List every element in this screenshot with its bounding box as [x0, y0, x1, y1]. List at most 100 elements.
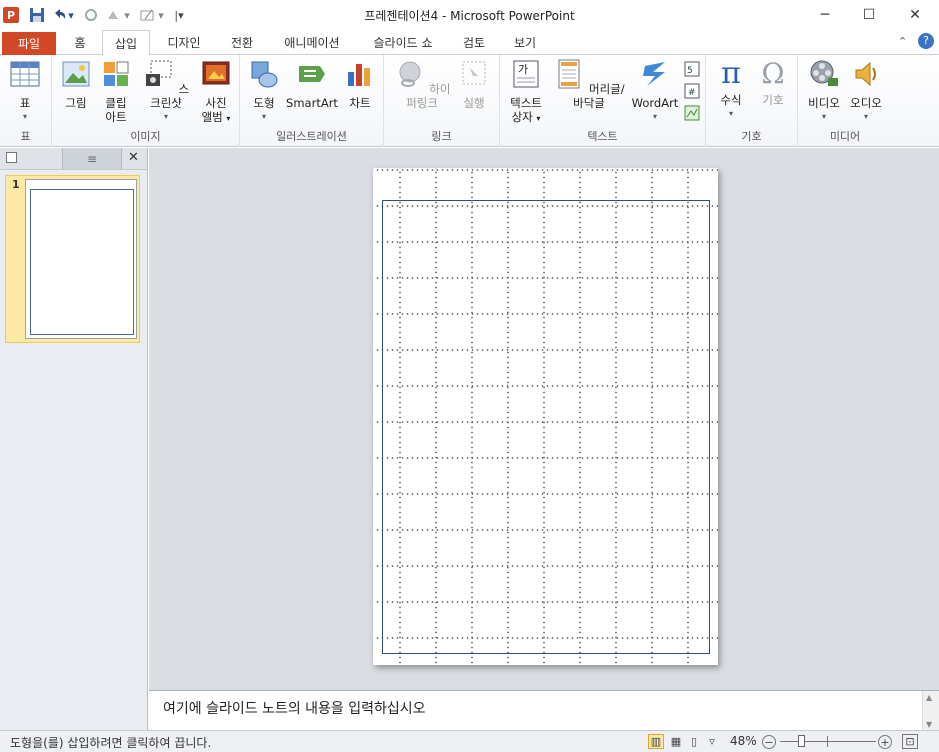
textbox-button[interactable]: 가 텍스트 상자 ▾ [504, 58, 548, 126]
header-footer-button[interactable]: 머리글/바닥글 [550, 58, 628, 110]
slides-pane: ≡ ✕ 1 [0, 148, 148, 730]
tab-design[interactable]: 디자인 [158, 30, 210, 55]
chart-icon [348, 64, 370, 86]
group-links: 하이퍼링크 실행 링크 [384, 55, 500, 147]
slide-number-icon[interactable]: # [684, 83, 700, 99]
slides-tab-icon[interactable] [6, 152, 17, 163]
picture-icon [62, 61, 90, 87]
action-icon [462, 61, 486, 85]
symbol-button[interactable]: Ω 기호 [754, 57, 792, 108]
object-icon[interactable] [684, 105, 700, 121]
chart-button[interactable]: 차트 [342, 58, 378, 110]
tab-transitions[interactable]: 전환 [218, 30, 266, 55]
shapes-button[interactable]: 도형 ▾ [246, 58, 282, 124]
scroll-up-icon[interactable]: ▲ [926, 693, 932, 702]
zoom-out-icon[interactable]: − [762, 735, 776, 749]
normal-view-icon[interactable]: ▥ [648, 734, 664, 749]
tab-file[interactable]: 파일 [2, 32, 56, 55]
photo-album-button[interactable]: 사진 앨범 ▾ [196, 58, 236, 126]
chevron-down-icon: ▾ [163, 112, 168, 121]
clipart-button[interactable]: 클립 아트 [98, 58, 134, 124]
action-button[interactable]: 실행 [456, 58, 492, 110]
chevron-down-icon: ▾ [728, 109, 733, 118]
reading-view-icon[interactable]: ▯ [686, 734, 702, 749]
ribbon: 표 ▾ 표 그림 클립 아트 스크린샷 ▾ 사진 앨범 ▾ 이미지 도형 ▾ S… [0, 55, 939, 147]
table-icon [10, 61, 40, 87]
group-label-symbols: 기호 [741, 130, 762, 143]
close-button[interactable]: ✕ [892, 0, 938, 30]
group-label-illustrations: 일러스트레이션 [276, 130, 347, 143]
date-time-icon[interactable]: 5 [684, 61, 700, 77]
pi-icon: π [721, 56, 741, 91]
tab-insert[interactable]: 삽입 [102, 30, 150, 56]
zoom-in-icon[interactable]: + [878, 735, 892, 749]
tab-slideshow[interactable]: 슬라이드 쇼 [360, 30, 446, 55]
zoom-slider-thumb[interactable] [798, 735, 805, 747]
screenshot-button[interactable]: 스크린샷 ▾ [138, 58, 194, 124]
group-illustrations: 도형 ▾ SmartArt 차트 일러스트레이션 [240, 55, 384, 147]
collapse-ribbon-icon[interactable]: ⌃ [898, 35, 907, 48]
slide-canvas[interactable] [373, 168, 718, 665]
notes-placeholder[interactable]: 여기에 슬라이드 노트의 내용을 입력하십시오 [163, 698, 426, 718]
title-bar: P ▾ ▾ ▾ |▾ 프레젠테이션4 - Microsoft PowerPoin… [0, 0, 939, 30]
zoom-slider-track[interactable] [780, 741, 876, 742]
group-images: 그림 클립 아트 스크린샷 ▾ 사진 앨범 ▾ 이미지 [52, 55, 240, 147]
maximize-button[interactable]: ☐ [846, 0, 892, 30]
slide-thumbnail-item[interactable]: 1 [5, 175, 140, 343]
shapes-icon [251, 61, 278, 88]
fit-to-window-icon[interactable]: ⊡ [902, 734, 918, 749]
slideshow-view-icon[interactable]: ▿ [704, 734, 720, 749]
wordart-button[interactable]: WordArt ▾ [630, 58, 680, 124]
slide-sorter-icon[interactable]: ▦ [668, 734, 684, 749]
scroll-down-icon[interactable]: ▼ [926, 720, 932, 729]
group-symbols: π 수식 ▾ Ω 기호 기호 [706, 55, 798, 147]
tab-home[interactable]: 홈 [62, 30, 98, 55]
globe-link-icon [399, 61, 421, 87]
audio-button[interactable]: 오디오 ▾ [846, 58, 886, 124]
slide-border-frame [382, 200, 710, 654]
thumbnail-frame [30, 189, 134, 335]
video-button[interactable]: 비디오 ▾ [804, 58, 844, 124]
window-title: 프레젠테이션4 - Microsoft PowerPoint [364, 9, 575, 23]
zoom-slider-center-tick [827, 736, 828, 747]
zoom-level[interactable]: 48% [730, 734, 757, 748]
group-label-images: 이미지 [130, 130, 161, 143]
minimize-button[interactable]: ─ [802, 0, 848, 30]
slide-thumbnail[interactable] [25, 179, 137, 339]
equation-button[interactable]: π 수식 ▾ [712, 58, 750, 121]
svg-text:가: 가 [518, 63, 528, 76]
film-reel-icon [810, 60, 838, 86]
close-pane-icon[interactable]: ✕ [128, 150, 139, 165]
group-label-table: 표 [20, 130, 31, 143]
svg-text:#: # [688, 88, 696, 98]
picture-button[interactable]: 그림 [58, 58, 94, 110]
help-icon[interactable]: ? [918, 33, 934, 49]
tab-animations[interactable]: 애니메이션 [274, 30, 350, 55]
header-footer-icon [558, 59, 580, 89]
outline-tab-icon[interactable]: ≡ [62, 148, 122, 169]
textbox-icon: 가 [513, 60, 539, 88]
pane-tabs: ≡ ✕ [0, 148, 147, 170]
notes-scrollbar[interactable]: ▲ ▼ [922, 691, 939, 731]
hyperlink-button[interactable]: 하이퍼링크 [390, 58, 454, 110]
slide-number: 1 [12, 178, 20, 191]
group-label-links: 링크 [431, 130, 452, 143]
table-button[interactable]: 표 ▾ [6, 58, 44, 124]
tab-review[interactable]: 검토 [454, 30, 494, 55]
clipart-icon [104, 61, 129, 86]
chevron-down-icon: ▾ [261, 112, 266, 121]
group-label-text: 텍스트 [587, 130, 618, 143]
smartart-button[interactable]: SmartArt [284, 58, 340, 110]
screenshot-icon [145, 60, 172, 86]
group-label-media: 미디어 [829, 130, 861, 143]
chevron-down-icon: ▾ [652, 112, 657, 121]
chevron-down-icon: ▾ [22, 112, 27, 121]
smartart-icon [299, 66, 325, 82]
chevron-down-icon: ▾ [821, 112, 826, 121]
group-media: 비디오 ▾ 오디오 ▾ 미디어 [798, 55, 892, 147]
notes-pane[interactable]: 여기에 슬라이드 노트의 내용을 입력하십시오 ▲ ▼ [149, 690, 939, 731]
status-message: 도형을(를) 삽입하려면 클릭하여 끕니다. [10, 736, 212, 750]
tab-view[interactable]: 보기 [504, 30, 546, 55]
group-text: 가 텍스트 상자 ▾ 머리글/바닥글 WordArt ▾ 5 # 텍스트 [500, 55, 706, 147]
omega-icon: Ω [761, 57, 785, 90]
